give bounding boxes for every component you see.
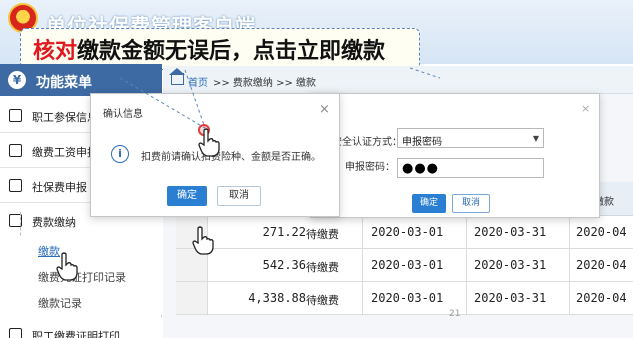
column-divider (569, 282, 570, 314)
hand-pointer-icon (192, 226, 214, 255)
end-date-cell: 2020-03-31 (474, 291, 547, 305)
home-icon-body (171, 73, 184, 85)
sidebar-subitem-label: 缴款记录 (38, 297, 82, 310)
column-divider (466, 282, 467, 314)
sidebar-item-label: 费款缴纳 (32, 216, 76, 229)
password-label: 申报密码： (345, 162, 395, 173)
status-cell: 待缴费 (306, 294, 339, 307)
next-date-cell: 2020-04 (576, 258, 627, 272)
start-date-cell: 2020-03-01 (371, 258, 444, 272)
end-date-cell: 2020-03-31 (474, 258, 547, 272)
amount-cell: 271.22 (262, 225, 306, 239)
column-divider (466, 216, 467, 248)
column-divider (569, 249, 570, 281)
print-icon (9, 328, 22, 338)
column-divider (569, 216, 570, 248)
end-date-cell: 2020-03-31 (474, 225, 547, 239)
info-icon: i (111, 145, 129, 163)
auth-method-select[interactable]: 申报密码 ▼ (397, 128, 544, 148)
sidebar-item-label: 社保费申报 (32, 181, 87, 194)
sidebar-subitem-payment-records[interactable]: 缴款记录 (0, 289, 162, 315)
sidebar-item-certificate[interactable]: 职工缴费证明打印 (0, 318, 162, 338)
row-selector-cell (176, 282, 208, 314)
password-value: ●●● (402, 161, 440, 176)
start-date-cell: 2020-03-01 (371, 291, 444, 305)
auth-cancel-button[interactable]: 取消 (452, 194, 490, 213)
calendar-icon (9, 179, 22, 192)
start-date-cell: 2020-03-01 (371, 225, 444, 239)
annotation-text: 核对缴款金额无误后，点击立即缴款 (33, 33, 385, 65)
confirm-cancel-button[interactable]: 取消 (217, 186, 261, 206)
hand-pointer-icon (198, 128, 220, 157)
auth-dialog: 证 × 安全认证方式： 申报密码 ▼ 申报密码： ●●● 确定 取消 (310, 93, 600, 218)
table-row[interactable]: 542.36 待缴费 2020-03-01 2020-03-31 2020-04 (176, 249, 633, 282)
sidebar-subitem-voucher-records[interactable]: 缴费凭证打印记录 (0, 263, 162, 289)
close-icon[interactable]: × (581, 102, 590, 115)
annotation-highlight: 核对 (33, 39, 78, 64)
annotation-body: 缴款金额无误后，点击立即缴款 (77, 39, 386, 64)
list-icon (9, 109, 22, 122)
chevron-down-icon: ▼ (532, 134, 539, 143)
confirm-message: 扣费前请确认扣费险种、金额是否正确。 (141, 152, 321, 163)
next-date-cell: 2020-04 (576, 291, 627, 305)
sidebar-menu-title: ¥ 功能菜单 (0, 64, 162, 96)
status-cell: 待缴费 (306, 261, 339, 274)
column-divider (362, 249, 363, 281)
hand-pointer-icon (56, 252, 78, 281)
confirm-dialog-title: 确认信息 (103, 109, 143, 120)
breadcrumb-path: >> 费款缴纳 >> 缴款 (213, 78, 317, 89)
sidebar-item-label: 职工参保信息 (32, 111, 98, 124)
next-date-cell: 2020-04 (576, 225, 627, 239)
sidebar-subitem-label: 缴费凭证打印记录 (38, 271, 126, 284)
auth-method-value: 申报密码 (402, 137, 442, 148)
table-row[interactable]: 4,338.88 待缴费 2020-03-01 2020-03-31 2020-… (176, 282, 633, 315)
column-divider (362, 216, 363, 248)
sidebar-item-label: 职工缴费证明打印 (32, 330, 120, 338)
table-row[interactable]: 271.22 待缴费 2020-03-01 2020-03-31 2020-04 (176, 216, 633, 249)
status-cell: 待缴费 (306, 228, 339, 241)
amount-cell: 542.36 (262, 258, 306, 272)
auth-method-label: 安全认证方式： (332, 137, 402, 148)
page-number: 21 (449, 309, 461, 319)
amount-cell: 4,338.88 (248, 291, 306, 305)
breadcrumb-home-link[interactable]: 首页 (188, 74, 208, 89)
sidebar-menu-label: 功能菜单 (36, 75, 92, 91)
sidebar-subitem-pay[interactable]: 缴款 (0, 237, 162, 263)
breadcrumb: 首页 >> 费款缴纳 >> 缴款 (163, 66, 633, 94)
column-divider (362, 282, 363, 314)
edit-icon (9, 144, 22, 157)
auth-confirm-button[interactable]: 确定 (412, 194, 446, 213)
sidebar-item-label: 缴费工资申报 (32, 146, 98, 159)
confirm-ok-button[interactable]: 确定 (167, 186, 207, 206)
password-field[interactable]: ●●● (397, 158, 544, 178)
close-icon[interactable]: × (319, 102, 330, 117)
column-divider (466, 249, 467, 281)
yen-icon: ¥ (8, 71, 26, 89)
